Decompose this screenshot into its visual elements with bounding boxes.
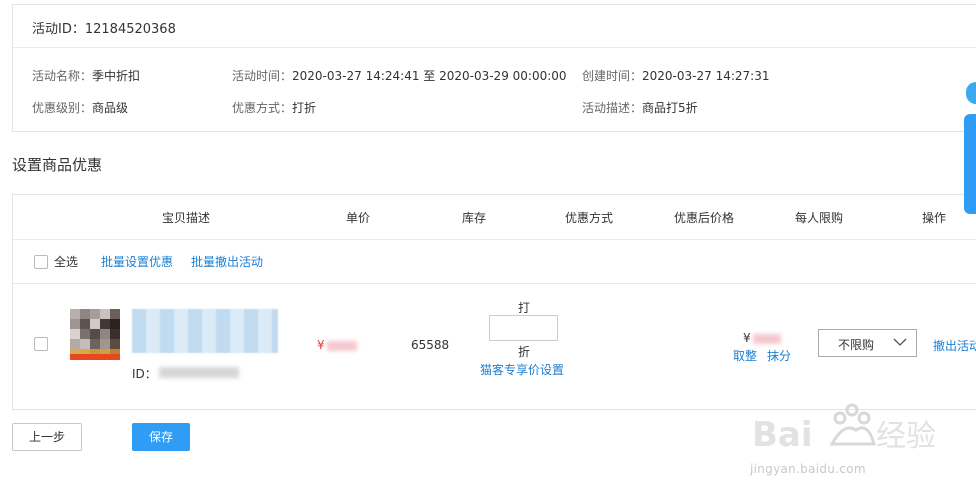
- unit-price-redacted: [327, 341, 357, 351]
- product-thumbnail[interactable]: [70, 309, 120, 359]
- activity-id: 活动ID：12184520368: [32, 18, 176, 37]
- product-id-label: ID：: [132, 367, 157, 381]
- header-stock: 库存: [462, 211, 487, 225]
- revoke-from-activity-link[interactable]: 撤出活动: [933, 337, 976, 354]
- header-action: 操作: [922, 211, 947, 225]
- side-float-panel[interactable]: [964, 114, 976, 214]
- header-discount-method: 优惠方式: [565, 211, 614, 225]
- svg-text:经验: 经验: [876, 419, 936, 454]
- batch-set-discount-link[interactable]: 批量设置优惠: [101, 253, 173, 270]
- header-final-price: 优惠后价格: [674, 211, 735, 225]
- product-id-redacted: [159, 367, 239, 378]
- purchase-limit-value: 不限购: [838, 338, 875, 352]
- watermark-url: jingyan.baidu.com: [750, 462, 866, 476]
- unit-price-symbol: ¥: [317, 338, 325, 352]
- final-price-redacted: [753, 334, 781, 344]
- activity-name-label: 活动名称：: [32, 69, 93, 83]
- header-purchase-limit: 每人限购: [795, 211, 844, 225]
- activity-name-value: 季中折扣: [92, 69, 141, 83]
- previous-step-button[interactable]: 上一步: [12, 423, 82, 451]
- created-time: 创建时间：2020-03-27 14:27:31: [582, 67, 769, 84]
- activity-time-value: 2020-03-27 14:24:41 至 2020-03-29 00:00:0…: [292, 69, 567, 83]
- discount-da-label: 打: [518, 301, 531, 315]
- discount-method: 优惠方式：打折: [232, 99, 316, 116]
- remove-cents-link[interactable]: 抹分: [767, 347, 791, 364]
- discount-level: 优惠级别：商品级: [32, 99, 128, 116]
- activity-name: 活动名称：季中折扣: [32, 67, 140, 84]
- activity-id-label: 活动ID：: [32, 22, 85, 37]
- activity-time-label: 活动时间：: [232, 69, 293, 83]
- round-to-integer-link[interactable]: 取整: [733, 347, 757, 364]
- header-unit-price: 单价: [346, 211, 371, 225]
- save-button[interactable]: 保存: [132, 423, 190, 451]
- discount-method-value: 打折: [292, 101, 317, 115]
- activity-time: 活动时间：2020-03-27 14:24:41 至 2020-03-29 00…: [232, 67, 567, 84]
- discount-rate-input[interactable]: [489, 315, 558, 341]
- discount-level-value: 商品级: [92, 101, 129, 115]
- purchase-limit-select[interactable]: 不限购: [818, 329, 917, 357]
- product-title-redacted[interactable]: [132, 309, 278, 353]
- discount-zhe-label: 折: [518, 345, 531, 359]
- header-item-description: 宝贝描述: [162, 211, 211, 225]
- final-price-symbol: ¥: [743, 331, 751, 345]
- section-title: 设置商品优惠: [12, 156, 103, 174]
- activity-info-panel: 活动ID：12184520368 活动名称：季中折扣 活动时间：2020-03-…: [12, 4, 976, 132]
- chevron-down-icon: [893, 338, 907, 346]
- created-time-label: 创建时间：: [582, 69, 643, 83]
- toolbar-divider: [13, 283, 976, 284]
- activity-description-label: 活动描述：: [582, 101, 643, 115]
- svg-text:Bai: Bai: [752, 415, 813, 455]
- activity-description: 活动描述：商品打5折: [582, 99, 698, 116]
- select-all-checkbox[interactable]: [34, 255, 48, 269]
- activity-id-value: 12184520368: [84, 22, 176, 37]
- baidu-jingyan-watermark-logo: Bai 经验: [752, 403, 936, 455]
- stock-value: 65588: [411, 338, 450, 352]
- discount-level-label: 优惠级别：: [32, 101, 93, 115]
- batch-revoke-link[interactable]: 批量撤出活动: [191, 253, 263, 270]
- product-thumbnail-tag: [70, 354, 120, 360]
- header-divider: [13, 239, 976, 240]
- vip-price-setting-link[interactable]: 猫客专享价设置: [479, 363, 565, 378]
- product-table: 宝贝描述 单价 库存 优惠方式 优惠后价格 每人限购 操作 全选 批量设置优惠 …: [12, 194, 976, 410]
- row-checkbox[interactable]: [34, 337, 48, 351]
- created-time-value: 2020-03-27 14:27:31: [642, 69, 770, 83]
- select-all-label[interactable]: 全选: [54, 253, 78, 270]
- discount-method-label: 优惠方式：: [232, 101, 293, 115]
- activity-description-value: 商品打5折: [642, 101, 698, 115]
